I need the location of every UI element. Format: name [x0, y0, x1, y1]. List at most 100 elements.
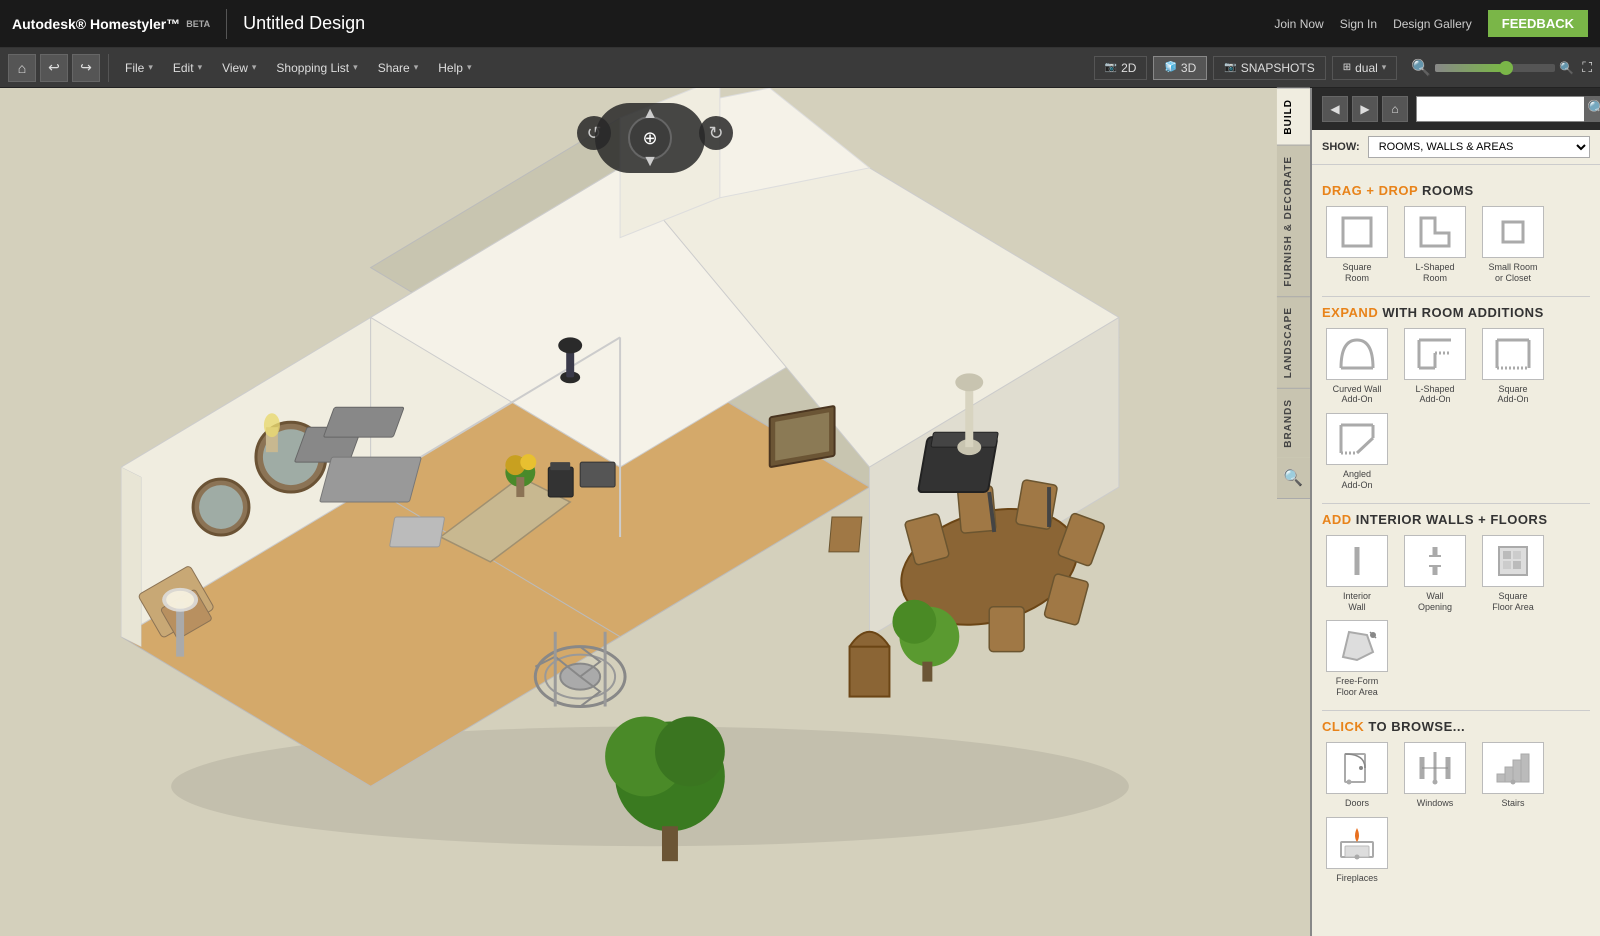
edit-menu-button[interactable]: Edit ▾: [165, 57, 210, 79]
dual-arrow: ▾: [1382, 62, 1387, 73]
expand-heading: EXPAND WITH ROOM ADDITIONS: [1322, 305, 1590, 320]
interior-wall-icon: [1335, 542, 1379, 580]
curved-wall-item[interactable]: Curved WallAdd-On: [1322, 328, 1392, 406]
join-now-link[interactable]: Join Now: [1274, 17, 1323, 31]
doors-icon-box: [1326, 742, 1388, 794]
landscape-tab[interactable]: LANDSCAPE: [1277, 296, 1310, 388]
view-3d-button[interactable]: 🧊 3D: [1153, 56, 1207, 80]
rotate-right-button[interactable]: ↻: [699, 116, 733, 150]
brands-tab[interactable]: BRANDS: [1277, 388, 1310, 458]
viewport[interactable]: ↺ ▲ ⊕ ▼ ↻: [0, 88, 1310, 936]
file-menu-button[interactable]: File ▾: [117, 57, 161, 79]
design-gallery-link[interactable]: Design Gallery: [1393, 17, 1472, 31]
drag-drop-heading: DRAG + DROP ROOMS: [1322, 183, 1590, 198]
furnish-tab[interactable]: FURNISH & DECORATE: [1277, 145, 1310, 297]
panel-forward-button[interactable]: ▶: [1352, 96, 1378, 122]
zoom-out-button[interactable]: 🔍: [1411, 58, 1431, 78]
interior-wall-item[interactable]: InteriorWall: [1322, 535, 1392, 613]
wall-opening-label: WallOpening: [1418, 591, 1452, 613]
small-room-icon-box: [1482, 206, 1544, 258]
panel-home-button[interactable]: ⌂: [1382, 96, 1408, 122]
free-floor-icon: [1335, 627, 1379, 665]
expand-prefix: EXPAND: [1322, 305, 1378, 320]
zoom-slider-thumb[interactable]: [1499, 61, 1513, 75]
panel-search-input[interactable]: [1417, 100, 1584, 118]
fireplaces-label: Fireplaces: [1336, 873, 1378, 884]
share-button[interactable]: Share ▾: [370, 57, 427, 79]
top-bar: Autodesk® Homestyler™ BETA Untitled Desi…: [0, 0, 1600, 48]
pan-up-button[interactable]: ▲: [642, 105, 658, 123]
wall-opening-item[interactable]: WallOpening: [1400, 535, 1470, 613]
l-shaped-room-item[interactable]: L-ShapedRoom: [1400, 206, 1470, 284]
rooms-grid: SquareRoom L-ShapedRoom: [1322, 206, 1590, 284]
interior-prefix: ADD: [1322, 512, 1352, 527]
drag-drop-prefix: DRAG + DROP: [1322, 183, 1418, 198]
square-addon-item[interactable]: SquareAdd-On: [1478, 328, 1548, 406]
stairs-item[interactable]: Stairs: [1478, 742, 1548, 809]
small-room-label: Small Roomor Closet: [1488, 262, 1537, 284]
zoom-slider[interactable]: [1435, 64, 1555, 72]
file-menu-arrow: ▾: [148, 62, 153, 73]
square-floor-label: SquareFloor Area: [1492, 591, 1534, 613]
panel-content: DRAG + DROP ROOMS SquareRoom: [1312, 165, 1600, 936]
shopping-list-button[interactable]: Shopping List ▾: [268, 57, 365, 79]
zoom-in-button[interactable]: 🔍: [1559, 61, 1574, 75]
square-room-icon-box: [1326, 206, 1388, 258]
build-tab[interactable]: BUILD: [1277, 88, 1310, 145]
snapshots-button[interactable]: 📷 SNAPSHOTS: [1213, 56, 1325, 80]
windows-label: Windows: [1417, 798, 1454, 809]
square-addon-label: SquareAdd-On: [1497, 384, 1528, 406]
view-menu-button[interactable]: View ▾: [214, 57, 264, 79]
edit-menu-arrow: ▾: [198, 62, 203, 73]
house-scene[interactable]: [0, 88, 1310, 936]
doors-item[interactable]: Doors: [1322, 742, 1392, 809]
show-dropdown[interactable]: ROOMS, WALLS & AREAS FLOORS ALL: [1368, 136, 1590, 158]
help-button[interactable]: Help ▾: [430, 57, 479, 79]
doors-label: Doors: [1345, 798, 1369, 809]
square-floor-icon-box: [1482, 535, 1544, 587]
square-room-item[interactable]: SquareRoom: [1322, 206, 1392, 284]
windows-item[interactable]: Windows: [1400, 742, 1470, 809]
browse-heading: CLICK TO BROWSE...: [1322, 719, 1590, 734]
square-room-icon: [1335, 213, 1379, 251]
l-shaped-addon-item[interactable]: L-ShapedAdd-On: [1400, 328, 1470, 406]
title-separator: [226, 9, 227, 39]
windows-icon-box: [1404, 742, 1466, 794]
feedback-button[interactable]: FEEDBACK: [1488, 10, 1588, 37]
free-floor-item[interactable]: Free-FormFloor Area: [1322, 620, 1392, 698]
undo-button[interactable]: ↩: [40, 54, 68, 82]
view-menu-arrow: ▾: [252, 62, 257, 73]
redo-button[interactable]: ↪: [72, 54, 100, 82]
fireplaces-item[interactable]: Fireplaces: [1322, 817, 1392, 884]
interior-wall-label: InteriorWall: [1343, 591, 1371, 613]
dual-view-button[interactable]: ⊞ dual ▾: [1332, 56, 1398, 80]
windows-icon: [1413, 749, 1457, 787]
right-panel: ◀ ▶ ⌂ 🔍 SHOW: ROOMS, WALLS & AREAS FLOOR…: [1310, 88, 1600, 936]
view-2d-button[interactable]: 📷 2D: [1094, 56, 1148, 80]
panel-back-button[interactable]: ◀: [1322, 96, 1348, 122]
autodesk-logo: Autodesk® Homestyler™ BETA: [12, 16, 210, 32]
sign-in-link[interactable]: Sign In: [1340, 17, 1377, 31]
wall-opening-icon-box: [1404, 535, 1466, 587]
home-button[interactable]: ⌂: [8, 54, 36, 82]
angled-addon-item[interactable]: AngledAdd-On: [1322, 413, 1392, 491]
panel-search-bar: 🔍: [1416, 96, 1600, 122]
divider-2: [1322, 503, 1590, 504]
beta-badge: BETA: [186, 19, 210, 29]
divider-1: [1322, 296, 1590, 297]
show-label: SHOW:: [1322, 141, 1360, 153]
curved-wall-icon: [1335, 335, 1379, 373]
square-floor-icon: [1491, 542, 1535, 580]
pan-down-button[interactable]: ▼: [642, 153, 658, 171]
free-floor-icon-box: [1326, 620, 1388, 672]
browse-suffix: TO BROWSE...: [1368, 719, 1465, 734]
panel-search-button[interactable]: 🔍: [1584, 96, 1600, 122]
additions-grid: Curved WallAdd-On L-ShapedAdd-On: [1322, 328, 1590, 491]
vertical-tabs: BUILD FURNISH & DECORATE LANDSCAPE BRAND…: [1277, 88, 1310, 936]
fireplaces-icon-box: [1326, 817, 1388, 869]
fullscreen-button[interactable]: ⛶: [1582, 59, 1592, 76]
angled-addon-icon-box: [1326, 413, 1388, 465]
search-tab[interactable]: 🔍: [1277, 458, 1310, 499]
square-floor-item[interactable]: SquareFloor Area: [1478, 535, 1548, 613]
small-room-item[interactable]: Small Roomor Closet: [1478, 206, 1548, 284]
